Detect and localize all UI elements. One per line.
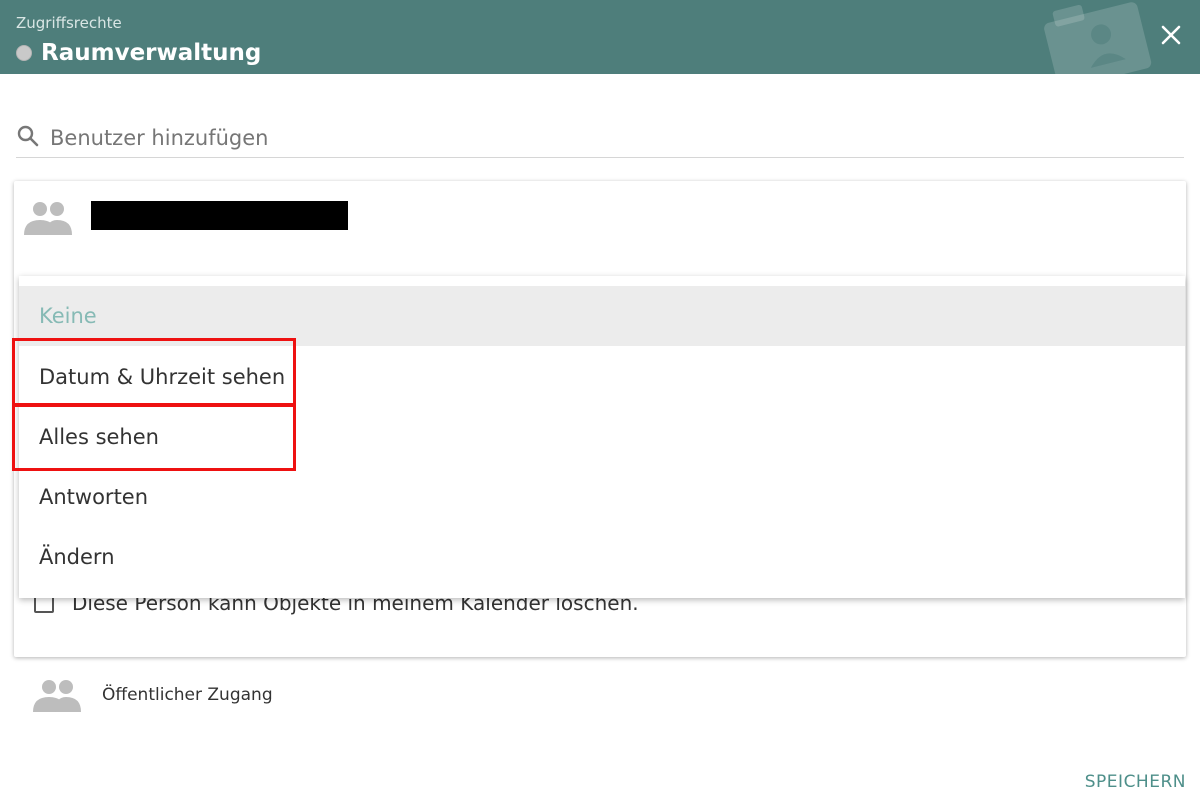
dialog-title: Raumverwaltung — [41, 40, 262, 66]
public-access-row[interactable]: Öffentlicher Zugang — [33, 676, 273, 714]
status-dot-icon — [16, 45, 32, 61]
contact-card-icon — [1044, 2, 1152, 74]
permission-dropdown-menu: Keine Datum & Uhrzeit sehen Alles sehen … — [19, 276, 1185, 598]
option-keine[interactable]: Keine — [19, 286, 1185, 346]
user-name-redacted — [91, 201, 348, 230]
dialog-header: Zugriffsrechte Raumverwaltung — [0, 0, 1200, 74]
public-access-label: Öffentlicher Zugang — [102, 685, 273, 705]
add-user-input[interactable] — [48, 120, 1172, 156]
close-icon — [1161, 25, 1181, 45]
option-alles-sehen[interactable]: Alles sehen — [19, 407, 1185, 467]
option-datum-uhrzeit-sehen[interactable]: Datum & Uhrzeit sehen — [19, 347, 1185, 407]
add-user-search — [16, 118, 1184, 158]
group-icon — [24, 202, 72, 235]
dialog-subtitle: Zugriffsrechte — [16, 14, 122, 32]
dialog-title-row: Raumverwaltung — [16, 40, 261, 66]
close-button[interactable] — [1156, 20, 1186, 50]
group-icon — [33, 680, 81, 712]
option-aendern[interactable]: Ändern — [19, 527, 1185, 587]
option-antworten[interactable]: Antworten — [19, 467, 1185, 527]
search-icon — [17, 125, 39, 147]
save-button[interactable]: SPEICHERN — [1085, 772, 1186, 792]
